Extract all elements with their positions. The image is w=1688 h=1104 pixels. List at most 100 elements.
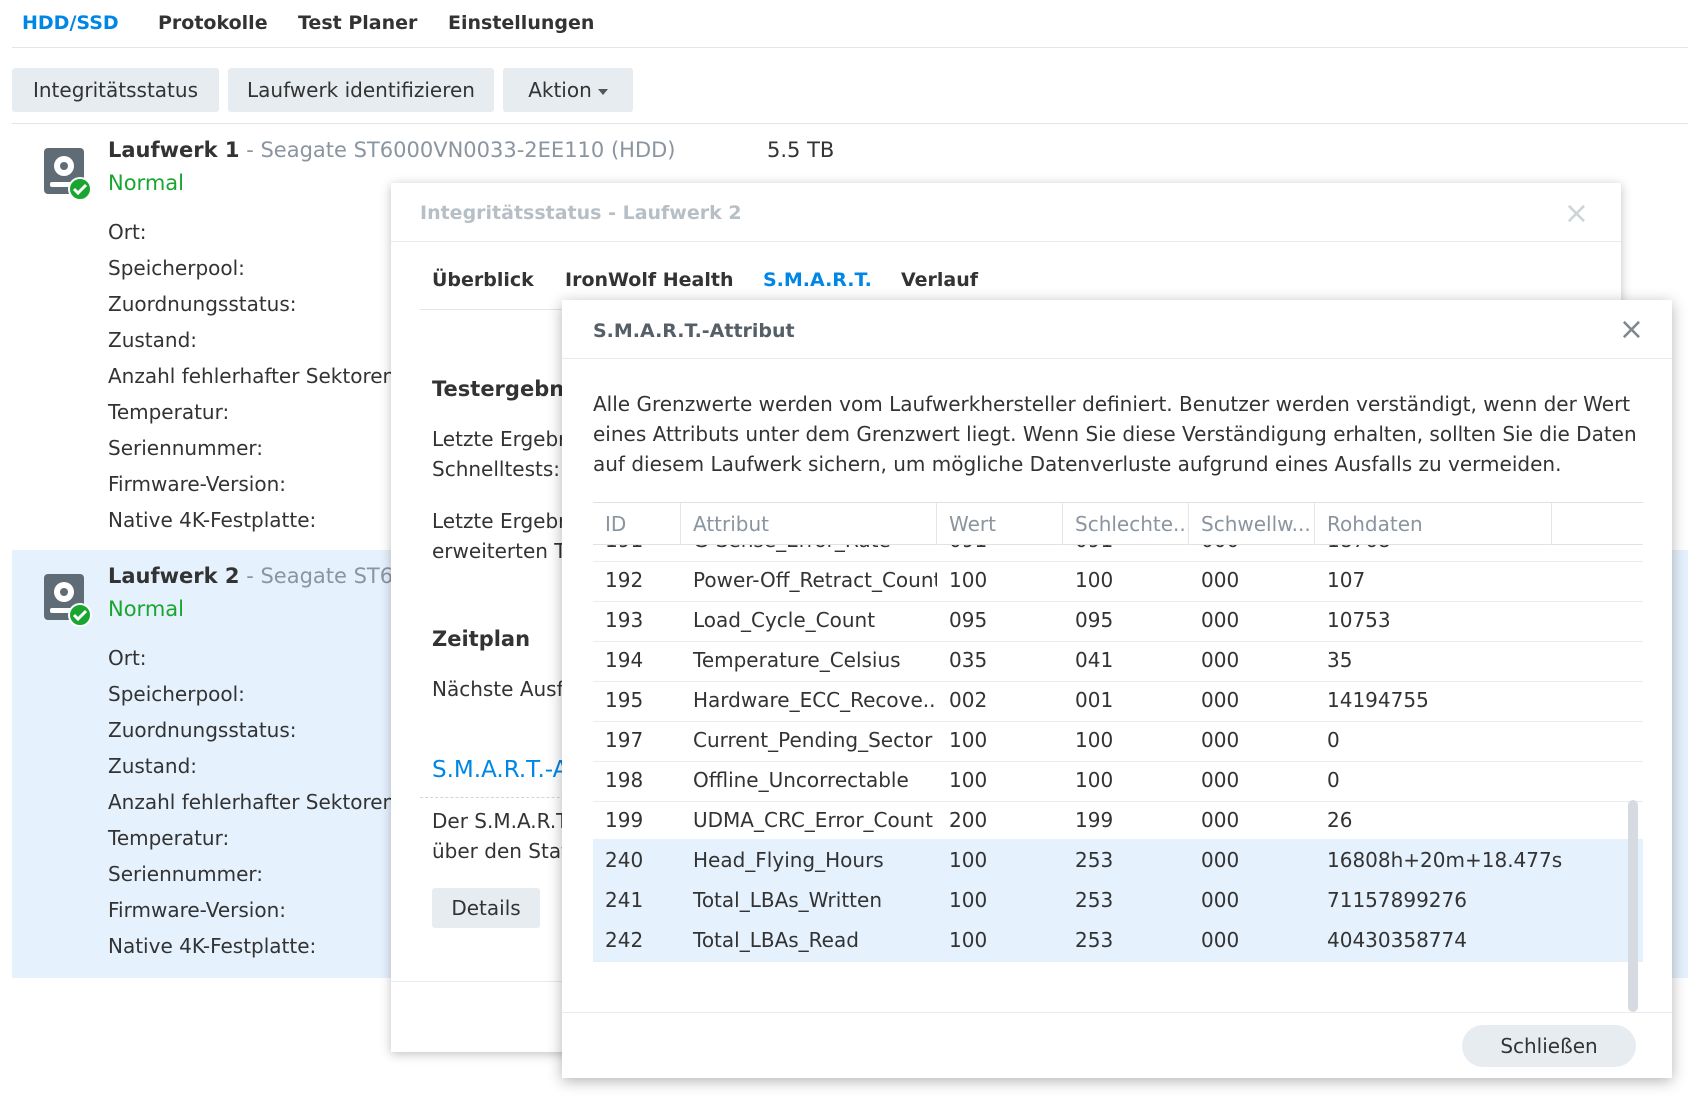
column-header-raw-data[interactable]: Rohdaten [1315, 503, 1552, 545]
tab-ironwolf-health[interactable]: IronWolf Health [565, 269, 733, 291]
field-storage-pool: Speicherpool: [108, 256, 245, 280]
cell-worst: 041 [1075, 648, 1114, 672]
smart-description-2: über den Stat [432, 839, 569, 863]
last-quick-test-label-2: Schnelltests: [432, 457, 561, 481]
close-icon[interactable]: × [1564, 196, 1589, 231]
cell-worst: 253 [1075, 888, 1114, 912]
hdd-ok-icon [44, 148, 92, 201]
field-condition: Zustand: [108, 754, 198, 778]
cell-raw-data: 0 [1327, 768, 1340, 792]
table-header: ID Attribut Wert Schlechte... Schwellw..… [593, 502, 1643, 545]
column-header-threshold[interactable]: Schwellw... [1189, 503, 1315, 545]
cell-value: 095 [949, 608, 988, 632]
tab-overview[interactable]: Überblick [432, 269, 534, 291]
cell-threshold: 000 [1201, 808, 1240, 832]
field-serial: Seriennummer: [108, 862, 263, 886]
action-button[interactable]: Aktion [503, 68, 633, 112]
table-scrollbar[interactable] [1628, 800, 1638, 1012]
cell-value: 100 [949, 768, 988, 792]
hdd-ok-icon [44, 574, 92, 627]
health-status-button[interactable]: Integritätsstatus [12, 68, 219, 112]
cell-raw-data: 107 [1327, 568, 1366, 592]
cell-attribute: Total_LBAs_Written [693, 888, 882, 912]
table-row[interactable]: 197 Current_Pending_Sector 100 100 000 0 [593, 719, 1643, 762]
cell-value: 035 [949, 648, 988, 672]
table-row[interactable]: 240 Head_Flying_Hours 100 253 000 16808h… [593, 839, 1643, 882]
smart-attributes-link[interactable]: S.M.A.R.T.-A [432, 757, 568, 783]
cell-id: 192 [605, 568, 644, 592]
test-results-heading: Testergebni [432, 377, 572, 401]
field-bad-sectors: Anzahl fehlerhafter Sektoren [108, 790, 396, 814]
cell-threshold: 000 [1201, 568, 1240, 592]
cell-worst: 253 [1075, 928, 1114, 952]
tab-test-planer[interactable]: Test Planer [298, 12, 417, 34]
tab-smart[interactable]: S.M.A.R.T. [763, 269, 872, 291]
divider [391, 241, 1621, 242]
cell-raw-data: 35 [1327, 648, 1353, 672]
table-row[interactable]: 193 Load_Cycle_Count 095 095 000 10753 [593, 599, 1643, 642]
column-header-worst[interactable]: Schlechte... [1063, 503, 1189, 545]
cell-id: 197 [605, 728, 644, 752]
cell-value: 100 [949, 888, 988, 912]
field-firmware: Firmware-Version: [108, 898, 286, 922]
field-location: Ort: [108, 646, 147, 670]
cell-attribute: Power-Off_Retract_Count [693, 568, 937, 592]
last-quick-test-label: Letzte Ergebr [432, 427, 567, 451]
drive-model: - Seagate ST60 [239, 564, 407, 588]
cell-threshold: 000 [1201, 848, 1240, 872]
identify-drive-button[interactable]: Laufwerk identifizieren [228, 68, 494, 112]
cell-value: 100 [949, 848, 988, 872]
close-icon[interactable]: × [1619, 312, 1644, 347]
tab-history[interactable]: Verlauf [901, 269, 978, 291]
smart-attributes-table: ID Attribut Wert Schlechte... Schwellw..… [593, 502, 1643, 1010]
table-row[interactable]: 195 Hardware_ECC_Recove... 002 001 000 1… [593, 679, 1643, 722]
cell-id: 241 [605, 888, 644, 912]
column-header-attribute[interactable]: Attribut [681, 503, 937, 545]
tab-einstellungen[interactable]: Einstellungen [448, 12, 594, 34]
details-button[interactable]: Details [432, 888, 540, 928]
table-row[interactable]: 194 Temperature_Celsius 035 041 000 35 [593, 639, 1643, 682]
table-row[interactable]: 192 Power-Off_Retract_Count 100 100 000 … [593, 559, 1643, 602]
dialog-title: Integritätsstatus - Laufwerk 2 [420, 202, 742, 224]
drive-name: Laufwerk 1 [108, 138, 240, 162]
tab-protokolle[interactable]: Protokolle [158, 12, 268, 34]
cell-value: 002 [949, 688, 988, 712]
top-nav: HDD/SSD Protokolle Test Planer Einstellu… [12, 0, 1688, 48]
drive-status: Normal [108, 597, 184, 621]
field-temperature: Temperatur: [108, 400, 230, 424]
cell-attribute: Total_LBAs_Read [693, 928, 859, 952]
tab-hdd-ssd[interactable]: HDD/SSD [22, 12, 119, 34]
drive-name: Laufwerk 2 [108, 564, 240, 588]
cell-worst: 095 [1075, 608, 1114, 632]
field-native-4k: Native 4K-Festplatte: [108, 934, 317, 958]
table-row[interactable]: 242 Total_LBAs_Read 100 253 000 40430358… [593, 919, 1643, 962]
drive-title: Laufwerk 1 - Seagate ST6000VN0033-2EE110… [108, 138, 675, 162]
cell-id: 193 [605, 608, 644, 632]
cell-attribute: Offline_Uncorrectable [693, 768, 909, 792]
cell-attribute: Hardware_ECC_Recove... [693, 688, 937, 712]
table-row[interactable]: 241 Total_LBAs_Written 100 253 000 71157… [593, 879, 1643, 922]
cell-threshold: 000 [1201, 888, 1240, 912]
divider [562, 358, 1672, 359]
field-bad-sectors: Anzahl fehlerhafter Sektoren [108, 364, 396, 388]
cell-id: 242 [605, 928, 644, 952]
table-row[interactable]: 198 Offline_Uncorrectable 100 100 000 0 [593, 759, 1643, 802]
cell-raw-data: 14194755 [1327, 688, 1429, 712]
cell-threshold: 000 [1201, 688, 1240, 712]
cell-raw-data: 16808h+20m+18.477s [1327, 848, 1563, 872]
column-header-value[interactable]: Wert [937, 503, 1063, 545]
next-run-label: Nächste Ausf [432, 677, 564, 701]
cell-id: 194 [605, 648, 644, 672]
field-condition: Zustand: [108, 328, 198, 352]
cell-threshold: 000 [1201, 928, 1240, 952]
smart-description: Der S.M.A.R.T [432, 809, 569, 833]
schedule-heading: Zeitplan [432, 627, 531, 651]
close-button[interactable]: Schließen [1462, 1025, 1636, 1067]
cell-value: 100 [949, 728, 988, 752]
table-row[interactable]: 199 UDMA_CRC_Error_Count 200 199 000 26 [593, 799, 1643, 842]
cell-attribute: Current_Pending_Sector [693, 728, 933, 752]
cell-id: 198 [605, 768, 644, 792]
field-allocation-status: Zuordnungsstatus: [108, 292, 297, 316]
column-header-id[interactable]: ID [593, 503, 681, 545]
field-serial: Seriennummer: [108, 436, 263, 460]
